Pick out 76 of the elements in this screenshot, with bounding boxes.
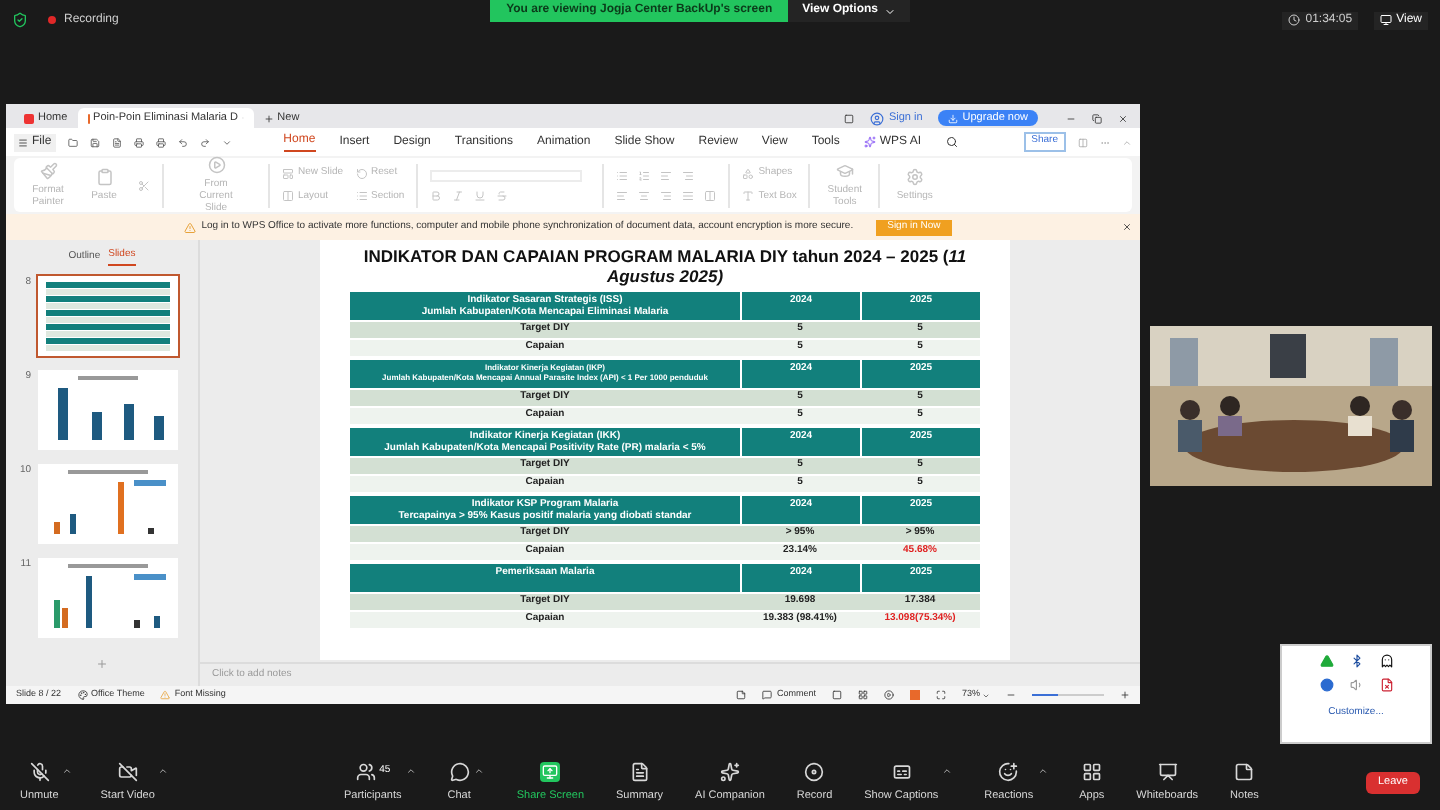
menu-icon — [18, 137, 28, 147]
ribbon-tool-icon — [282, 190, 294, 203]
caret-icon[interactable] — [62, 765, 73, 776]
user-icon — [870, 111, 885, 125]
ai-icon — [719, 761, 740, 782]
speaker-icon[interactable] — [1349, 678, 1363, 692]
whiteboards-icon — [1157, 761, 1178, 782]
download-icon — [948, 113, 959, 123]
ribbon-tool-icon — [742, 167, 755, 180]
chat-icon — [449, 761, 470, 782]
ribbon-tool-icon — [835, 162, 854, 180]
participants-icon — [355, 761, 376, 782]
record-icon — [804, 761, 825, 782]
slide-canvas[interactable] — [320, 240, 1010, 660]
mic-icon — [29, 761, 50, 782]
captions-icon — [891, 761, 912, 782]
grid-view-icon[interactable] — [857, 690, 868, 700]
tab-list-icon[interactable] — [844, 113, 855, 123]
caret-icon[interactable] — [1037, 765, 1048, 776]
fit-icon[interactable] — [935, 690, 946, 700]
quick-access-icon[interactable] — [89, 137, 100, 147]
ghost-icon[interactable] — [1379, 654, 1393, 668]
comment-icon — [762, 690, 773, 700]
apps-icon — [1081, 761, 1102, 782]
monitor-icon — [1380, 14, 1393, 26]
caret-icon[interactable] — [942, 765, 953, 776]
slide-thumbnail[interactable] — [37, 557, 177, 637]
zoom-in-icon[interactable] — [1120, 690, 1130, 700]
slideshow-icon[interactable] — [909, 690, 920, 700]
warning-icon — [160, 690, 171, 700]
slide-thumbnail[interactable] — [37, 275, 177, 355]
zoom-out-icon[interactable] — [1006, 690, 1016, 700]
quick-access-icon[interactable] — [67, 137, 78, 147]
play-icon[interactable] — [883, 690, 894, 700]
notes-icon[interactable] — [736, 690, 747, 700]
slide-thumbnail[interactable] — [37, 369, 177, 449]
ribbon-tool-icon — [355, 190, 368, 203]
warning-icon — [183, 221, 196, 233]
circle-icon[interactable] — [1319, 678, 1333, 692]
clock-icon — [1287, 14, 1300, 26]
ribbon-tool-icon — [207, 156, 225, 174]
palette-icon — [77, 690, 88, 700]
document-icon[interactable] — [1379, 678, 1393, 692]
shield-icon — [12, 12, 28, 28]
triangle-icon[interactable] — [1319, 654, 1333, 668]
share-icon — [540, 761, 561, 782]
slide-title: INDIKATOR DAN CAPAIAN PROGRAM MALARIA DIY tahun 2024 – 2025 (11 Agustus 2025) — [361, 246, 969, 286]
caret-icon[interactable] — [474, 765, 485, 776]
summary-icon — [629, 761, 650, 782]
ribbon-tool-icon — [95, 168, 113, 186]
quick-access-icon[interactable] — [177, 137, 188, 147]
quick-access-icon[interactable] — [133, 137, 144, 147]
slide-thumbnail[interactable] — [37, 463, 177, 543]
caret-icon[interactable] — [405, 765, 416, 776]
reactions-icon — [998, 761, 1019, 782]
ribbon-tool-icon — [905, 168, 924, 186]
restore-icon[interactable] — [1092, 113, 1102, 123]
search-icon[interactable] — [945, 136, 958, 148]
sparkle-icon — [863, 136, 876, 148]
quick-access-icon[interactable] — [111, 137, 122, 147]
minimize-icon[interactable] — [1066, 113, 1076, 123]
quick-access-icon[interactable] — [221, 137, 232, 147]
notes-icon — [1234, 761, 1255, 782]
ribbon-tool-icon — [742, 190, 755, 203]
quick-access-icon[interactable] — [199, 137, 210, 147]
caret-icon[interactable] — [158, 765, 169, 776]
plus-icon — [263, 113, 274, 123]
normal-view-icon[interactable] — [831, 690, 842, 700]
quick-access-icon[interactable] — [155, 137, 166, 147]
video-icon — [117, 761, 138, 782]
logo-icon — [24, 113, 34, 123]
chevron-icon — [884, 5, 897, 17]
bluetooth-icon[interactable] — [1349, 654, 1363, 668]
ribbon-tool-icon — [355, 167, 368, 180]
ribbon-tool-icon — [39, 162, 57, 180]
ribbon-tool-icon — [282, 167, 294, 180]
